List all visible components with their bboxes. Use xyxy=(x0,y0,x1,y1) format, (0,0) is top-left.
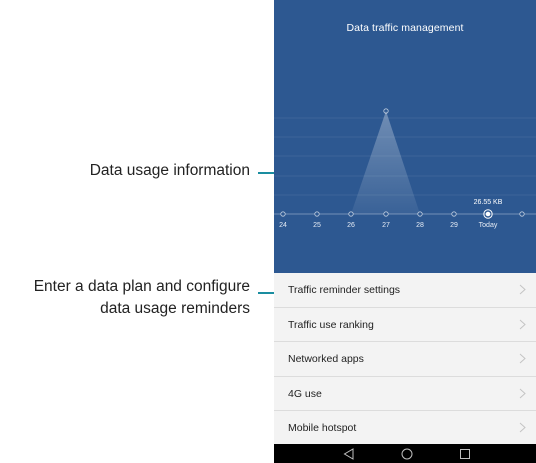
callout-data-usage: Data usage information xyxy=(89,162,250,179)
chevron-right-icon xyxy=(519,422,526,433)
x-tick-label: 27 xyxy=(382,222,390,229)
phone-screen: Data traffic management 24 25 26 27 28 29 Toda… xyxy=(274,0,536,463)
back-icon[interactable] xyxy=(341,446,357,462)
today-usage-label: 26.55 KB xyxy=(474,199,503,206)
x-tick-label: 24 xyxy=(279,222,287,229)
data-point xyxy=(451,211,457,217)
data-point xyxy=(417,211,423,217)
x-tick-label: 25 xyxy=(313,222,321,229)
menu-item-label: Networked apps xyxy=(288,353,364,365)
menu-item-label: 4G use xyxy=(288,387,322,400)
x-tick-label: 29 xyxy=(450,222,458,229)
callout-data-plan-line1: Enter a data plan and configure xyxy=(33,278,250,295)
chevron-right-icon xyxy=(519,319,526,329)
data-point xyxy=(519,211,525,217)
data-point xyxy=(314,211,320,217)
x-tick-label: 26 xyxy=(347,222,355,229)
x-tick-label: Today xyxy=(479,222,498,229)
recents-icon[interactable] xyxy=(457,446,473,462)
home-icon[interactable] xyxy=(399,446,415,462)
chevron-right-icon xyxy=(519,284,526,295)
data-usage-header: Data traffic management 24 25 26 27 28 29 Toda… xyxy=(274,0,536,273)
navigation-bar xyxy=(274,444,536,463)
menu-item-label: Traffic use ranking xyxy=(288,318,374,331)
today-point xyxy=(485,211,491,217)
data-usage-chart: 24 25 26 27 28 29 Today 26.55 KB xyxy=(274,108,536,229)
data-point xyxy=(348,211,354,217)
data-point xyxy=(383,211,389,217)
chevron-right-icon xyxy=(519,353,526,364)
chevron-right-icon xyxy=(519,388,526,398)
menu-item-networked-apps[interactable]: Networked apps xyxy=(274,342,536,377)
usage-area xyxy=(351,111,420,214)
data-point xyxy=(280,211,286,217)
settings-menu: Traffic reminder settings Traffic use ra… xyxy=(274,273,536,446)
callout-data-plan-line2: data usage reminders xyxy=(100,300,250,317)
menu-item-4g-use[interactable]: 4G use xyxy=(274,376,536,411)
x-tick-label: 28 xyxy=(416,222,424,229)
menu-item-label: Traffic reminder settings xyxy=(288,284,401,296)
menu-item-label: Mobile hotspot xyxy=(288,422,357,434)
menu-item-mobile-hotspot[interactable]: Mobile hotspot xyxy=(274,411,536,446)
menu-item-traffic-use-ranking[interactable]: Traffic use ranking xyxy=(274,307,536,342)
menu-item-traffic-reminder-settings[interactable]: Traffic reminder settings xyxy=(274,273,536,308)
